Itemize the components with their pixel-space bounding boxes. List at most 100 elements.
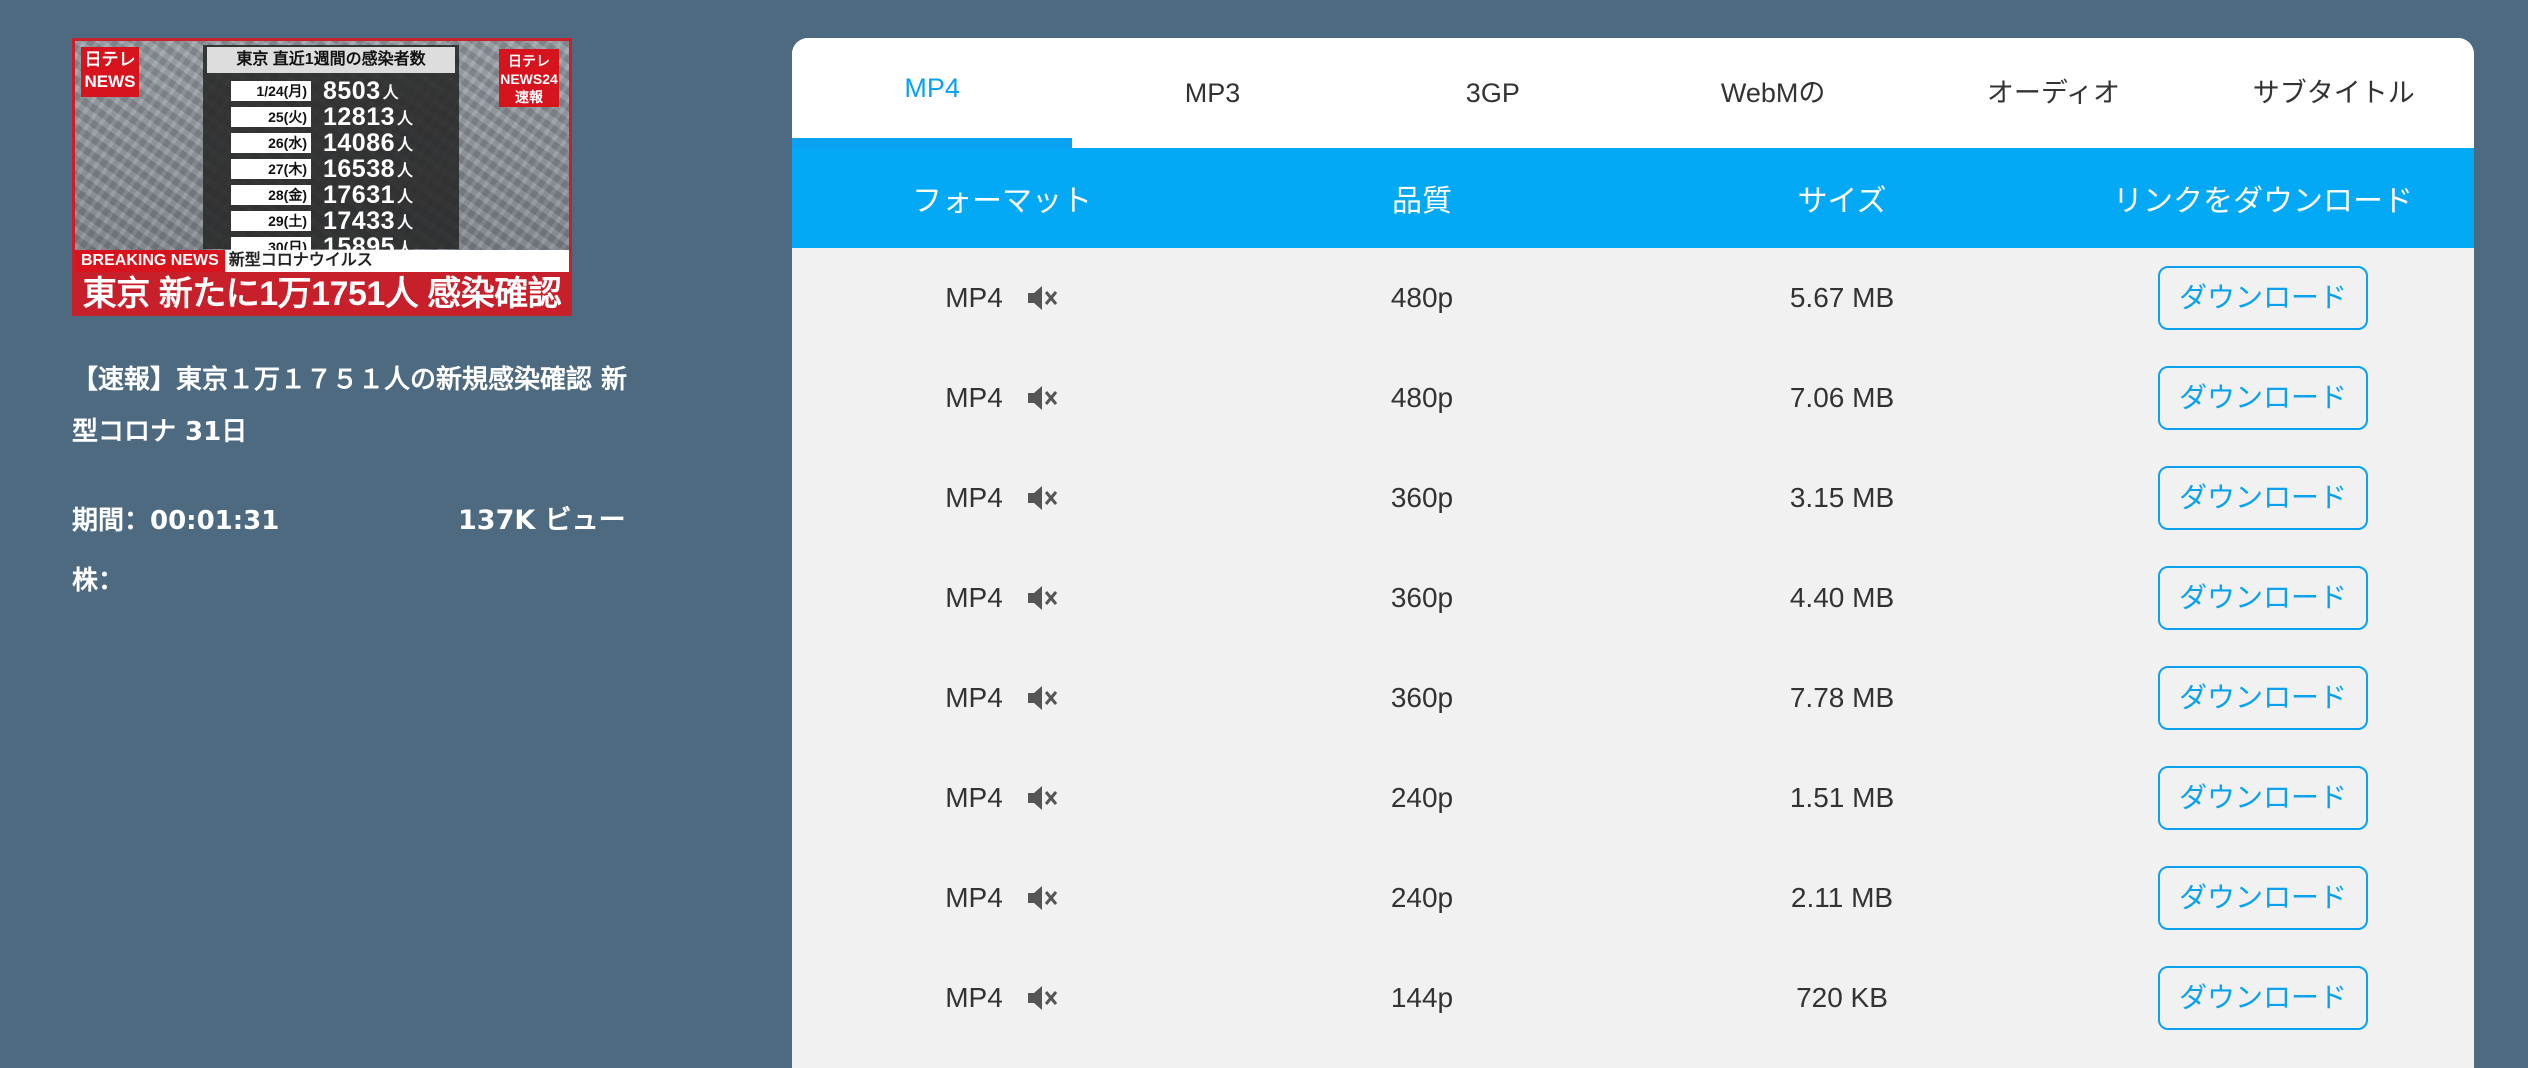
size-cell: 1.51 MB [1789, 782, 1895, 813]
speaker-muted-icon [1027, 886, 1057, 910]
table-row: MP4 240p 2.11 MB ダウンロード [792, 848, 2474, 948]
size-cell: 7.78 MB [1789, 682, 1895, 713]
quality-cell: 360p [1390, 482, 1454, 513]
breaking-news-label: BREAKING NEWS [75, 250, 225, 272]
header-format: フォーマット [912, 184, 1092, 219]
size-cell: 7.06 MB [1789, 382, 1895, 413]
video-title: 【速報】東京１万１７５１人の新規感染確認 新型コロナ 31日 [72, 365, 628, 447]
format-label: MP4 [945, 282, 1003, 313]
tab-mp4[interactable]: MP4 [792, 38, 1073, 148]
format-label: MP4 [945, 582, 1003, 613]
board-value: 14086 [323, 128, 396, 157]
size-cell: 4.40 MB [1789, 582, 1895, 613]
speaker-muted-icon [1027, 486, 1057, 510]
board-value: 8503 [323, 76, 381, 105]
speaker-muted-icon [1027, 386, 1057, 410]
download-button[interactable]: ダウンロード [2158, 866, 2368, 930]
speaker-muted-icon [1027, 986, 1057, 1010]
speaker-muted-icon [1027, 286, 1057, 310]
table-row: MP4 240p 1.51 MB ダウンロード [792, 748, 2474, 848]
download-button[interactable]: ダウンロード [2158, 466, 2368, 530]
board-row: 27(木) 16538 人 [231, 154, 451, 183]
video-duration: 期間：00:01:31 [72, 506, 280, 536]
news-logo-left: 日テレ NEWS [81, 47, 139, 97]
format-cell: MP4 [792, 382, 1212, 414]
board-value: 16538 [323, 154, 396, 183]
board-unit: 人 [382, 85, 399, 102]
format-label: MP4 [945, 382, 1003, 413]
board-date: 27(木) [231, 159, 311, 179]
format-label: MP4 [945, 782, 1003, 813]
tab-3gp[interactable]: 3GP [1353, 38, 1633, 148]
tab-webm[interactable]: WebMの [1633, 38, 1913, 148]
download-button[interactable]: ダウンロード [2158, 266, 2368, 330]
board-row: 29(土) 17433 人 [231, 206, 451, 235]
format-cell: MP4 [792, 982, 1212, 1014]
table-header: フォーマット 品質 サイズ リンクをダウンロード [792, 148, 2474, 248]
table-row: MP4 360p 4.40 MB ダウンロード [792, 548, 2474, 648]
format-label: MP4 [945, 882, 1003, 913]
board-unit: 人 [397, 189, 414, 206]
news24-logo: 日テレ NEWS24 速報 [499, 49, 559, 107]
table-row: MP4 480p 5.67 MB ダウンロード [792, 248, 2474, 348]
format-cell: MP4 [792, 682, 1212, 714]
header-download-link: リンクをダウンロード [2113, 184, 2413, 219]
download-button[interactable]: ダウンロード [2158, 966, 2368, 1030]
table-row: MP4 144p 720 KB ダウンロード [792, 948, 2474, 1048]
format-cell: MP4 [792, 582, 1212, 614]
board-date: 28(金) [231, 185, 311, 205]
download-button[interactable]: ダウンロード [2158, 666, 2368, 730]
format-cell: MP4 [792, 482, 1212, 514]
table-row: MP4 360p 7.78 MB ダウンロード [792, 648, 2474, 748]
board-value: 17433 [323, 206, 396, 235]
quality-cell: 360p [1390, 682, 1454, 713]
board-date: 29(土) [231, 211, 311, 231]
breaking-news-topic: 新型コロナウイルス [228, 252, 373, 269]
quality-cell: 240p [1390, 882, 1454, 913]
format-label: MP4 [945, 482, 1003, 513]
speaker-muted-icon [1027, 586, 1057, 610]
speaker-muted-icon [1027, 686, 1057, 710]
quality-cell: 360p [1390, 582, 1454, 613]
board-row: 1/24(月) 8503 人 [231, 76, 451, 105]
quality-cell: 480p [1390, 282, 1454, 313]
size-cell: 5.67 MB [1789, 282, 1895, 313]
board-date: 26(水) [231, 133, 311, 153]
table-row: MP4 480p 7.06 MB ダウンロード [792, 348, 2474, 448]
board-date: 1/24(月) [231, 81, 311, 101]
size-cell: 3.15 MB [1789, 482, 1895, 513]
tab-audio[interactable]: オーディオ [1913, 38, 2193, 148]
share-label: 株： [72, 566, 125, 596]
speaker-muted-icon [1027, 786, 1057, 810]
size-cell: 2.11 MB [1790, 882, 1894, 913]
download-panel: MP4 MP3 3GP WebMの オーディオ サブタイトル フォーマット 品質… [792, 38, 2474, 1068]
video-thumbnail[interactable]: 日テレ NEWS 東京 直近1週間の感染者数 1/24(月) 8503 人 25… [72, 38, 572, 316]
case-count-board: 東京 直近1週間の感染者数 1/24(月) 8503 人 25(火) 12813… [203, 45, 459, 261]
breaking-news-bar: BREAKING NEWS 新型コロナウイルス [75, 250, 569, 272]
video-views: 137K ビュー [458, 505, 626, 536]
board-date: 25(火) [231, 107, 311, 127]
format-cell: MP4 [792, 282, 1212, 314]
quality-cell: 144p [1390, 982, 1454, 1013]
board-unit: 人 [397, 137, 414, 154]
board-row: 25(火) 12813 人 [231, 102, 451, 131]
size-cell: 720 KB [1796, 982, 1888, 1013]
tab-subtitle[interactable]: サブタイトル [2194, 38, 2474, 148]
header-quality: 品質 [1392, 184, 1452, 219]
board-unit: 人 [397, 215, 414, 232]
download-button[interactable]: ダウンロード [2158, 766, 2368, 830]
download-button[interactable]: ダウンロード [2158, 366, 2368, 430]
quality-cell: 240p [1390, 782, 1454, 813]
thumbnail-headline: 東京 新たに1万1751人 感染確認 [75, 272, 569, 313]
format-tabs: MP4 MP3 3GP WebMの オーディオ サブタイトル [792, 38, 2474, 148]
download-button[interactable]: ダウンロード [2158, 566, 2368, 630]
board-row: 26(水) 14086 人 [231, 128, 451, 157]
tab-mp3[interactable]: MP3 [1072, 38, 1352, 148]
board-row: 28(金) 17631 人 [231, 180, 451, 209]
table-row: MP4 360p 3.15 MB ダウンロード [792, 448, 2474, 548]
board-value: 12813 [323, 102, 396, 131]
board-value: 17631 [323, 180, 396, 209]
format-cell: MP4 [792, 882, 1212, 914]
format-label: MP4 [945, 982, 1003, 1013]
header-size: サイズ [1797, 184, 1887, 219]
